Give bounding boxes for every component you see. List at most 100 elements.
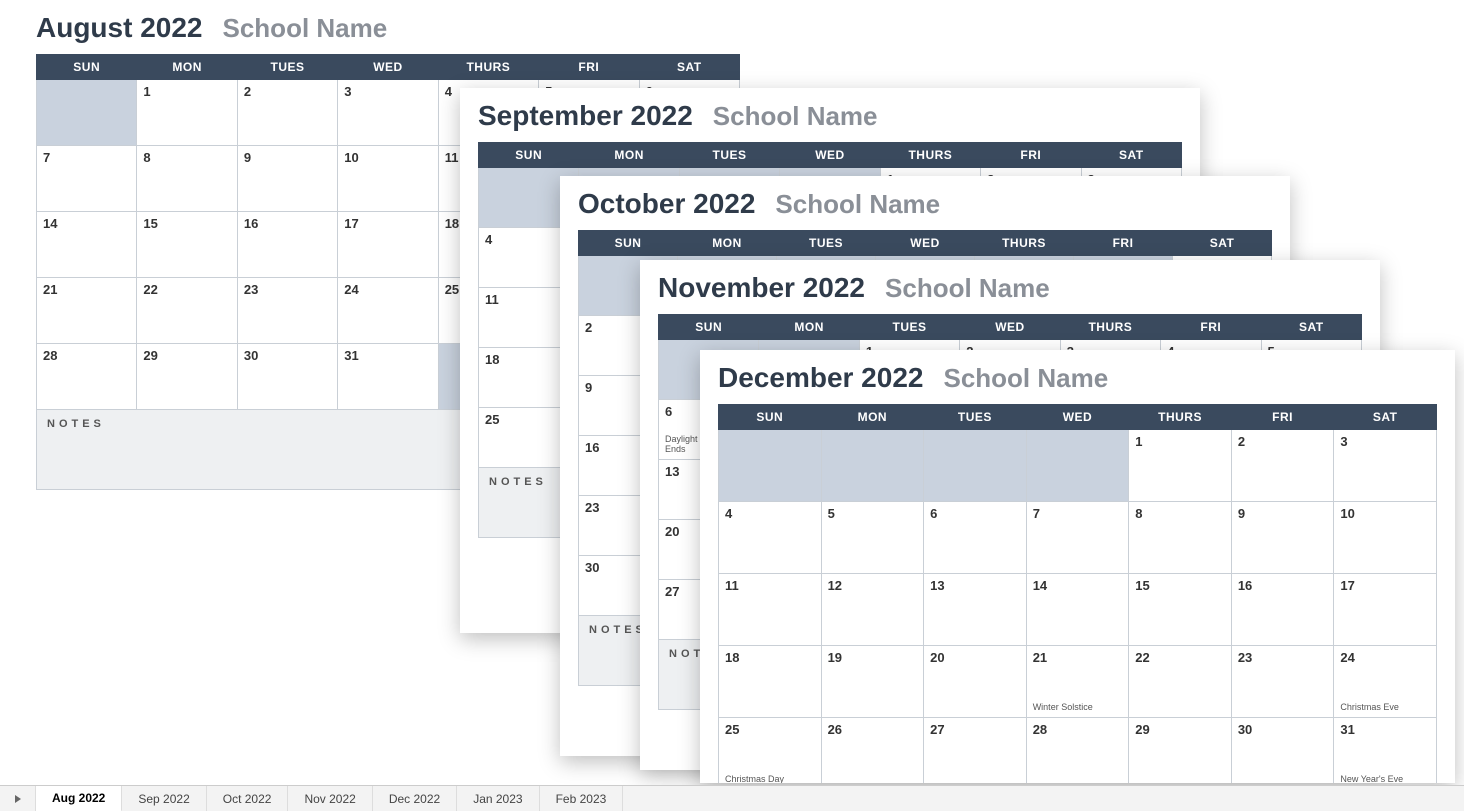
sheet-tab[interactable]: Dec 2022 [373,786,457,811]
calendar-cell[interactable]: 10 [1334,502,1437,574]
day-number: 13 [930,578,944,593]
day-number: 20 [930,650,944,665]
day-number: 23 [1238,650,1252,665]
calendar-cell[interactable]: 9 [1231,502,1334,574]
calendar-cell[interactable] [37,80,137,146]
calendar-cell[interactable]: 17 [338,212,438,278]
calendar-cell[interactable]: 8 [137,146,237,212]
day-number: 21 [43,282,57,297]
day-number: 18 [725,650,739,665]
calendar-cell[interactable]: 1 [1129,430,1232,502]
school-name: School Name [775,189,940,220]
tab-list: Aug 2022Sep 2022Oct 2022Nov 2022Dec 2022… [36,786,623,811]
calendar-cell[interactable]: 24 [338,278,438,344]
calendar-cell[interactable]: 6 [924,502,1027,574]
day-number: 18 [485,352,499,367]
day-number: 18 [445,216,459,231]
day-number: 14 [1033,578,1047,593]
day-number: 17 [1340,578,1354,593]
day-number: 16 [585,440,599,455]
day-number: 9 [244,150,251,165]
sheet-tab[interactable]: Aug 2022 [36,786,122,811]
day-header-row: SUNMONTUESWEDTHURSFRISAT [579,231,1272,256]
calendar-cell[interactable]: 7 [37,146,137,212]
day-number: 20 [665,524,679,539]
calendar-cell[interactable]: 29 [137,344,237,410]
calendar-cell[interactable] [719,430,822,502]
calendar-cell[interactable]: 22 [1129,646,1232,718]
calendar-cell[interactable]: 30 [237,344,337,410]
day-header: SAT [1173,231,1272,256]
calendar-cell[interactable]: 31New Year's Eve [1334,718,1437,784]
calendar-cell[interactable]: 28 [37,344,137,410]
day-number: 25 [485,412,499,427]
day-number: 2 [244,84,251,99]
sheet-tab[interactable]: Nov 2022 [288,786,372,811]
calendar-cell[interactable]: 28 [1026,718,1129,784]
day-number: 4 [485,232,492,247]
calendar-cell[interactable]: 14 [37,212,137,278]
month-title: August 2022 [36,12,203,44]
calendar-cell[interactable]: 15 [1129,574,1232,646]
calendar-cell[interactable]: 30 [1231,718,1334,784]
calendar-cell[interactable]: 10 [338,146,438,212]
day-header: TUES [237,55,337,80]
tab-nav-next-icon[interactable] [0,786,36,811]
calendar-cell[interactable]: 9 [237,146,337,212]
day-number: 8 [1135,506,1142,521]
calendar-cell[interactable]: 5 [821,502,924,574]
calendar-cell[interactable]: 18 [719,646,822,718]
calendar-cell[interactable]: 12 [821,574,924,646]
calendar-cell[interactable]: 21 [37,278,137,344]
calendar-row: 123 [719,430,1437,502]
calendar-cell[interactable]: 21Winter Solstice [1026,646,1129,718]
day-number: 31 [344,348,358,363]
calendar-cell[interactable] [1026,430,1129,502]
calendar-cell[interactable]: 29 [1129,718,1232,784]
calendar-cell[interactable]: 15 [137,212,237,278]
calendar-cell[interactable]: 17 [1334,574,1437,646]
calendar-cell[interactable]: 24Christmas Eve [1334,646,1437,718]
calendar-cell[interactable] [821,430,924,502]
calendar-cell[interactable]: 31 [338,344,438,410]
day-number: 16 [244,216,258,231]
calendar-cell[interactable]: 23 [237,278,337,344]
day-header: FRI [539,55,639,80]
calendar-cell[interactable]: 8 [1129,502,1232,574]
calendar-cell[interactable]: 16 [237,212,337,278]
calendar-cell[interactable]: 1 [137,80,237,146]
day-number: 12 [828,578,842,593]
calendar-cell[interactable]: 11 [719,574,822,646]
calendar-cell[interactable]: 4 [719,502,822,574]
sheet-tab[interactable]: Sep 2022 [122,786,206,811]
calendar-row: 45678 910 [719,502,1437,574]
day-header: SUN [479,143,579,168]
calendar-cell[interactable]: 13 [924,574,1027,646]
sheet-tab[interactable]: Jan 2023 [457,786,539,811]
month-title: October 2022 [578,188,755,220]
day-number: 25 [445,282,459,297]
calendar-cell[interactable]: 3 [338,80,438,146]
school-name: School Name [713,101,878,132]
calendar-cell[interactable]: 27 [924,718,1027,784]
calendar-cell[interactable]: 26 [821,718,924,784]
calendar-cell[interactable]: 2 [237,80,337,146]
calendar-cell[interactable]: 23 [1231,646,1334,718]
day-number: 3 [1340,434,1347,449]
calendar-cell[interactable]: 22 [137,278,237,344]
calendar-cell[interactable]: 14 [1026,574,1129,646]
calendar-cell[interactable]: 2 [1231,430,1334,502]
calendar-cell[interactable]: 25Christmas Day [719,718,822,784]
calendar-cell[interactable]: 16 [1231,574,1334,646]
calendar-cell[interactable]: 7 [1026,502,1129,574]
day-header: WED [780,143,880,168]
day-header: MON [579,143,679,168]
sheet-tab[interactable]: Oct 2022 [207,786,289,811]
day-header: SUN [579,231,678,256]
calendar-cell[interactable]: 3 [1334,430,1437,502]
calendar-cell[interactable]: 20 [924,646,1027,718]
sheet-tab[interactable]: Feb 2023 [540,786,624,811]
calendar-cell[interactable]: 19 [821,646,924,718]
calendar-cell[interactable] [924,430,1027,502]
day-number: 31 [1340,722,1354,737]
